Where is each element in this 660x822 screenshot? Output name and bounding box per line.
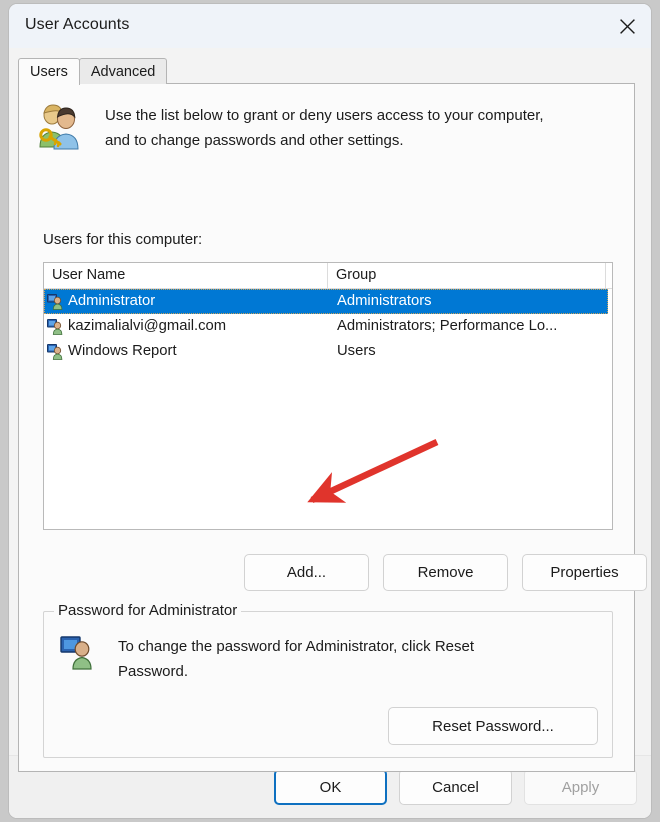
cell-user-name: kazimalialvi@gmail.com — [44, 314, 329, 339]
users-list-label: Users for this computer: — [43, 231, 203, 248]
password-info-row: To change the password for Administrator… — [60, 634, 590, 684]
properties-button[interactable]: Properties — [522, 554, 647, 591]
password-groupbox: Password for Administrator To change the… — [43, 602, 613, 758]
list-action-buttons: Add... Remove Properties — [244, 554, 647, 591]
reset-password-wrap: Reset Password... — [388, 707, 598, 745]
reset-password-button[interactable]: Reset Password... — [388, 707, 598, 745]
ok-button[interactable]: OK — [274, 769, 387, 805]
table-row[interactable]: Windows Report Users — [44, 339, 612, 364]
user-name-text: kazimalialvi@gmail.com — [68, 318, 227, 334]
password-info-text: To change the password for Administrator… — [118, 634, 474, 684]
user-account-icon — [60, 636, 92, 670]
column-header-group[interactable]: Group — [328, 263, 607, 288]
window-title: User Accounts — [25, 16, 130, 33]
apply-button: Apply — [524, 769, 637, 805]
listview-header: User Name Group — [44, 263, 612, 289]
password-line-2: Password. — [118, 663, 189, 680]
tab-advanced[interactable]: Advanced — [78, 58, 168, 84]
info-line-2: and to change passwords and other settin… — [105, 132, 404, 149]
info-row: Use the list below to grant or deny user… — [33, 103, 623, 153]
user-name-text: Windows Report — [68, 343, 177, 359]
table-row[interactable]: Administrator Administrators — [44, 289, 608, 314]
cell-user-name: Windows Report — [44, 339, 329, 364]
cell-user-name: Administrator — [44, 289, 329, 314]
user-account-icon — [47, 344, 63, 360]
tab-users[interactable]: Users — [18, 58, 80, 85]
password-line-1: To change the password for Administrator… — [118, 638, 475, 655]
cell-group: Administrators — [337, 293, 432, 309]
footer-buttons: OK Cancel Apply — [274, 769, 637, 805]
cell-group: Administrators; Performance Lo... — [337, 318, 558, 334]
close-icon[interactable] — [603, 4, 651, 48]
column-header-user-name[interactable]: User Name — [44, 263, 328, 288]
cell-group: Users — [337, 343, 376, 359]
dialog-body: Users Advanced Use the list below to gra… — [9, 48, 651, 818]
users-listview[interactable]: User Name Group Administrator Administra… — [43, 262, 613, 530]
password-groupbox-legend: Password for Administrator — [54, 602, 242, 619]
users-with-key-icon — [39, 104, 79, 150]
add-button[interactable]: Add... — [244, 554, 369, 591]
user-accounts-window: User Accounts Users Advanced Use the lis… — [8, 3, 652, 819]
user-name-text: Administrator — [68, 293, 156, 309]
tabstrip: Users Advanced — [18, 57, 168, 85]
titlebar: User Accounts — [9, 4, 651, 48]
tabpanel-users: Use the list below to grant or deny user… — [18, 83, 647, 772]
cancel-button[interactable]: Cancel — [399, 769, 512, 805]
column-header-spacer — [606, 263, 612, 288]
info-line-1: Use the list below to grant or deny user… — [105, 107, 544, 124]
user-account-icon — [47, 319, 63, 335]
user-account-icon — [47, 294, 63, 310]
remove-button[interactable]: Remove — [383, 554, 508, 591]
table-row[interactable]: kazimalialvi@gmail.com Administrators; P… — [44, 314, 612, 339]
info-text: Use the list below to grant or deny user… — [105, 103, 544, 153]
